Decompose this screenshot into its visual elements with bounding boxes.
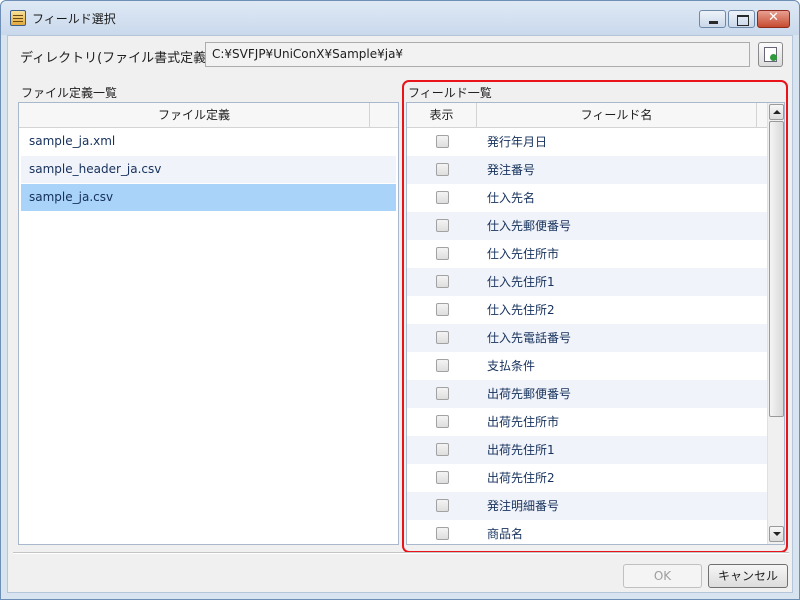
title-bar[interactable]: フィールド選択 ✕	[1, 1, 799, 35]
scroll-thumb[interactable]	[769, 121, 784, 417]
field-list-header: 表示 フィールド名	[407, 103, 767, 128]
scroll-up-icon[interactable]	[769, 104, 784, 120]
field-row: 発行年月日	[407, 128, 767, 156]
field-name: 出荷先住所1	[487, 443, 555, 457]
show-checkbox[interactable]	[436, 135, 449, 148]
file-list-header: ファイル定義	[19, 103, 398, 128]
file-list-item-selected[interactable]: sample_ja.csv	[21, 184, 396, 211]
directory-label: ディレクトリ(ファイル書式定義)	[20, 51, 212, 66]
show-checkbox[interactable]	[436, 191, 449, 204]
field-name: 仕入先住所市	[487, 247, 560, 261]
show-checkbox[interactable]	[436, 163, 449, 176]
field-name: 発行年月日	[487, 135, 548, 149]
field-name: 出荷先住所市	[487, 415, 560, 429]
show-checkbox[interactable]	[436, 443, 449, 456]
minimize-button[interactable]	[699, 10, 726, 28]
vertical-scrollbar[interactable]	[767, 103, 784, 544]
field-row: 出荷先住所市	[407, 408, 767, 436]
show-checkbox[interactable]	[436, 415, 449, 428]
directory-path-field[interactable]: C:¥SVFJP¥UniConX¥Sample¥ja¥	[205, 42, 750, 67]
field-row: 出荷先住所1	[407, 436, 767, 464]
field-row: 仕入先住所2	[407, 296, 767, 324]
close-button[interactable]: ✕	[757, 10, 790, 28]
file-list-item[interactable]: sample_header_ja.csv	[21, 156, 396, 183]
table-icon	[10, 10, 26, 26]
field-list[interactable]: 表示 フィールド名 発行年月日 発注番号 仕入先名 仕入先郵便番号 仕入先住所市…	[406, 102, 785, 545]
file-definition-list[interactable]: ファイル定義 sample_ja.xml sample_header_ja.cs…	[18, 102, 399, 545]
field-name: 仕入先名	[487, 191, 536, 205]
field-row: 仕入先住所1	[407, 268, 767, 296]
show-column-header[interactable]: 表示	[407, 103, 477, 127]
show-checkbox[interactable]	[436, 387, 449, 400]
field-row: 仕入先名	[407, 184, 767, 212]
file-column-header[interactable]: ファイル定義	[19, 103, 370, 127]
maximize-button[interactable]	[728, 10, 755, 28]
show-checkbox[interactable]	[436, 359, 449, 372]
field-name: 仕入先住所2	[487, 303, 555, 317]
browse-folder-icon	[764, 47, 777, 62]
show-checkbox[interactable]	[436, 247, 449, 260]
show-checkbox[interactable]	[436, 499, 449, 512]
scroll-down-icon[interactable]	[769, 526, 784, 542]
field-row: 支払条件	[407, 352, 767, 380]
cancel-button[interactable]: キャンセル	[708, 564, 788, 588]
field-name-column-header[interactable]: フィールド名	[477, 103, 757, 127]
field-name: 仕入先郵便番号	[487, 219, 572, 233]
field-name: 発注番号	[487, 163, 536, 177]
field-row: 発注明細番号	[407, 492, 767, 520]
show-checkbox[interactable]	[436, 275, 449, 288]
browse-button[interactable]	[758, 42, 783, 67]
show-checkbox[interactable]	[436, 331, 449, 344]
field-row: 出荷先郵便番号	[407, 380, 767, 408]
field-name: 出荷先郵便番号	[487, 387, 572, 401]
field-row: 仕入先住所市	[407, 240, 767, 268]
field-name: 仕入先住所1	[487, 275, 555, 289]
show-checkbox[interactable]	[436, 527, 449, 540]
field-row: 出荷先住所2	[407, 464, 767, 492]
field-name: 支払条件	[487, 359, 536, 373]
field-name: 出荷先住所2	[487, 471, 555, 485]
show-checkbox[interactable]	[436, 219, 449, 232]
dialog-window: フィールド選択 ✕ ディレクトリ(ファイル書式定義) C:¥SVFJP¥UniC…	[0, 0, 800, 600]
divider	[13, 552, 789, 553]
field-row: 商品名	[407, 520, 767, 544]
field-row: 仕入先電話番号	[407, 324, 767, 352]
file-list-item[interactable]: sample_ja.xml	[21, 128, 396, 155]
window-title: フィールド選択	[32, 12, 116, 26]
ok-button[interactable]: OK	[623, 564, 702, 588]
field-name: 商品名	[487, 527, 524, 541]
field-name: 仕入先電話番号	[487, 331, 572, 345]
field-name: 発注明細番号	[487, 499, 560, 513]
show-checkbox[interactable]	[436, 303, 449, 316]
file-list-label: ファイル定義一覧	[21, 86, 118, 100]
show-checkbox[interactable]	[436, 471, 449, 484]
field-row: 発注番号	[407, 156, 767, 184]
dialog-body: ディレクトリ(ファイル書式定義) C:¥SVFJP¥UniConX¥Sample…	[7, 35, 793, 593]
close-icon: ✕	[768, 10, 779, 25]
field-row: 仕入先郵便番号	[407, 212, 767, 240]
